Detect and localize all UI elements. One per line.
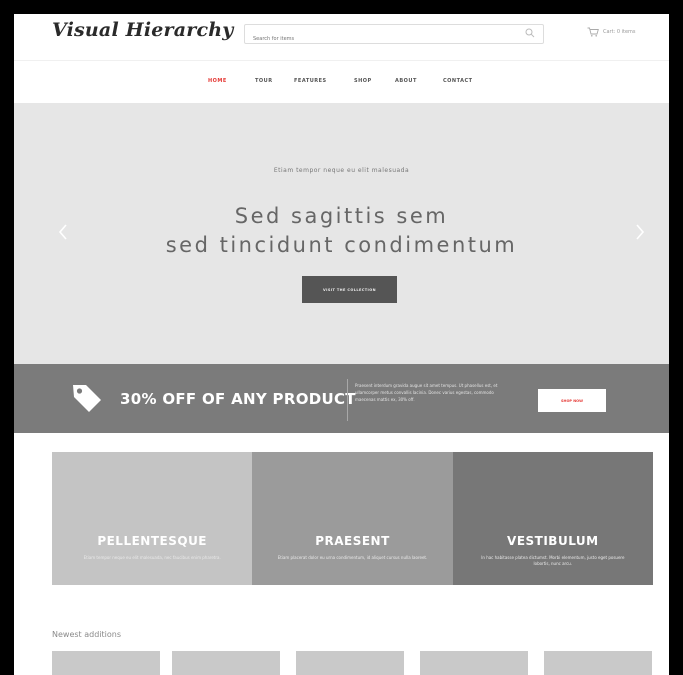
newest-additions-heading: Newest additions [52,630,121,639]
promo-banner: 30% OFF OF ANY PRODUCT Praesent interdum… [14,364,669,433]
cart-icon [587,27,599,37]
nav-item-about[interactable]: ABOUT [395,78,417,84]
shop-now-button[interactable]: SHOP NOW [538,389,606,412]
chevron-right-icon[interactable] [635,224,645,240]
product-thumbnail[interactable] [52,651,160,675]
search-box[interactable] [244,24,544,47]
search-input[interactable] [245,31,513,47]
hero-title: Sed sagittis sem sed tincidunt condiment… [14,202,669,260]
header: Visual Hierarchy Cart: 0 items [14,14,669,60]
feature-title: PELLENTESQUE [97,534,208,548]
product-thumbnail[interactable] [544,651,652,675]
product-thumbnail[interactable] [420,651,528,675]
main-nav: HOME TOUR FEATURES SHOP ABOUT CONTACT [14,60,669,104]
visit-collection-button[interactable]: VISIT THE COLLECTION [302,276,397,303]
hero-kicker: Etiam tempor neque eu elit malesuada [273,167,410,174]
nav-item-shop[interactable]: SHOP [354,78,372,84]
feature-description: Etiam placerat dolor eu urna condimentum… [277,555,428,560]
hero-title-line-2: sed tincidunt condimentum [165,233,518,257]
feature-title: VESTIBULUM [507,534,599,548]
search-icon[interactable] [525,28,535,38]
feature-description: Etiam tempor neque eu elit malesuada, ne… [83,555,221,560]
nav-item-features[interactable]: FEATURES [294,78,327,84]
feature-card-vestibulum[interactable]: VESTIBULUM In hac habitasse platea dictu… [452,452,653,585]
page: Visual Hierarchy Cart: 0 items HOME TOUR… [14,14,669,675]
feature-blocks: PELLENTESQUE Etiam tempor neque eu elit … [52,452,653,585]
promo-text: Praesent interdum gravida augue sit amet… [355,383,498,402]
product-thumbnails [52,651,653,675]
hero-slider: Etiam tempor neque eu elit malesuada Sed… [14,103,669,364]
site-logo[interactable]: Visual Hierarchy [52,19,234,41]
nav-item-tour[interactable]: TOUR [255,78,273,84]
nav-item-contact[interactable]: CONTACT [443,78,473,84]
feature-card-pellentesque[interactable]: PELLENTESQUE Etiam tempor neque eu elit … [52,452,253,585]
feature-card-praesent[interactable]: PRAESENT Etiam placerat dolor eu urna co… [252,452,453,585]
promo-title: 30% OFF OF ANY PRODUCT [120,390,356,408]
feature-title: PRAESENT [315,534,390,548]
price-tag-icon [73,385,101,412]
product-thumbnail[interactable] [172,651,280,675]
hero-title-line-1: Sed sagittis sem [234,204,449,228]
cart-link[interactable]: Cart: 0 items [587,27,636,37]
product-thumbnail[interactable] [296,651,404,675]
cart-label: Cart: 0 items [603,29,636,35]
feature-description: In hac habitasse platea dictumst. Morbi … [481,555,625,566]
nav-item-home[interactable]: HOME [208,78,227,84]
promo-divider [347,379,348,421]
